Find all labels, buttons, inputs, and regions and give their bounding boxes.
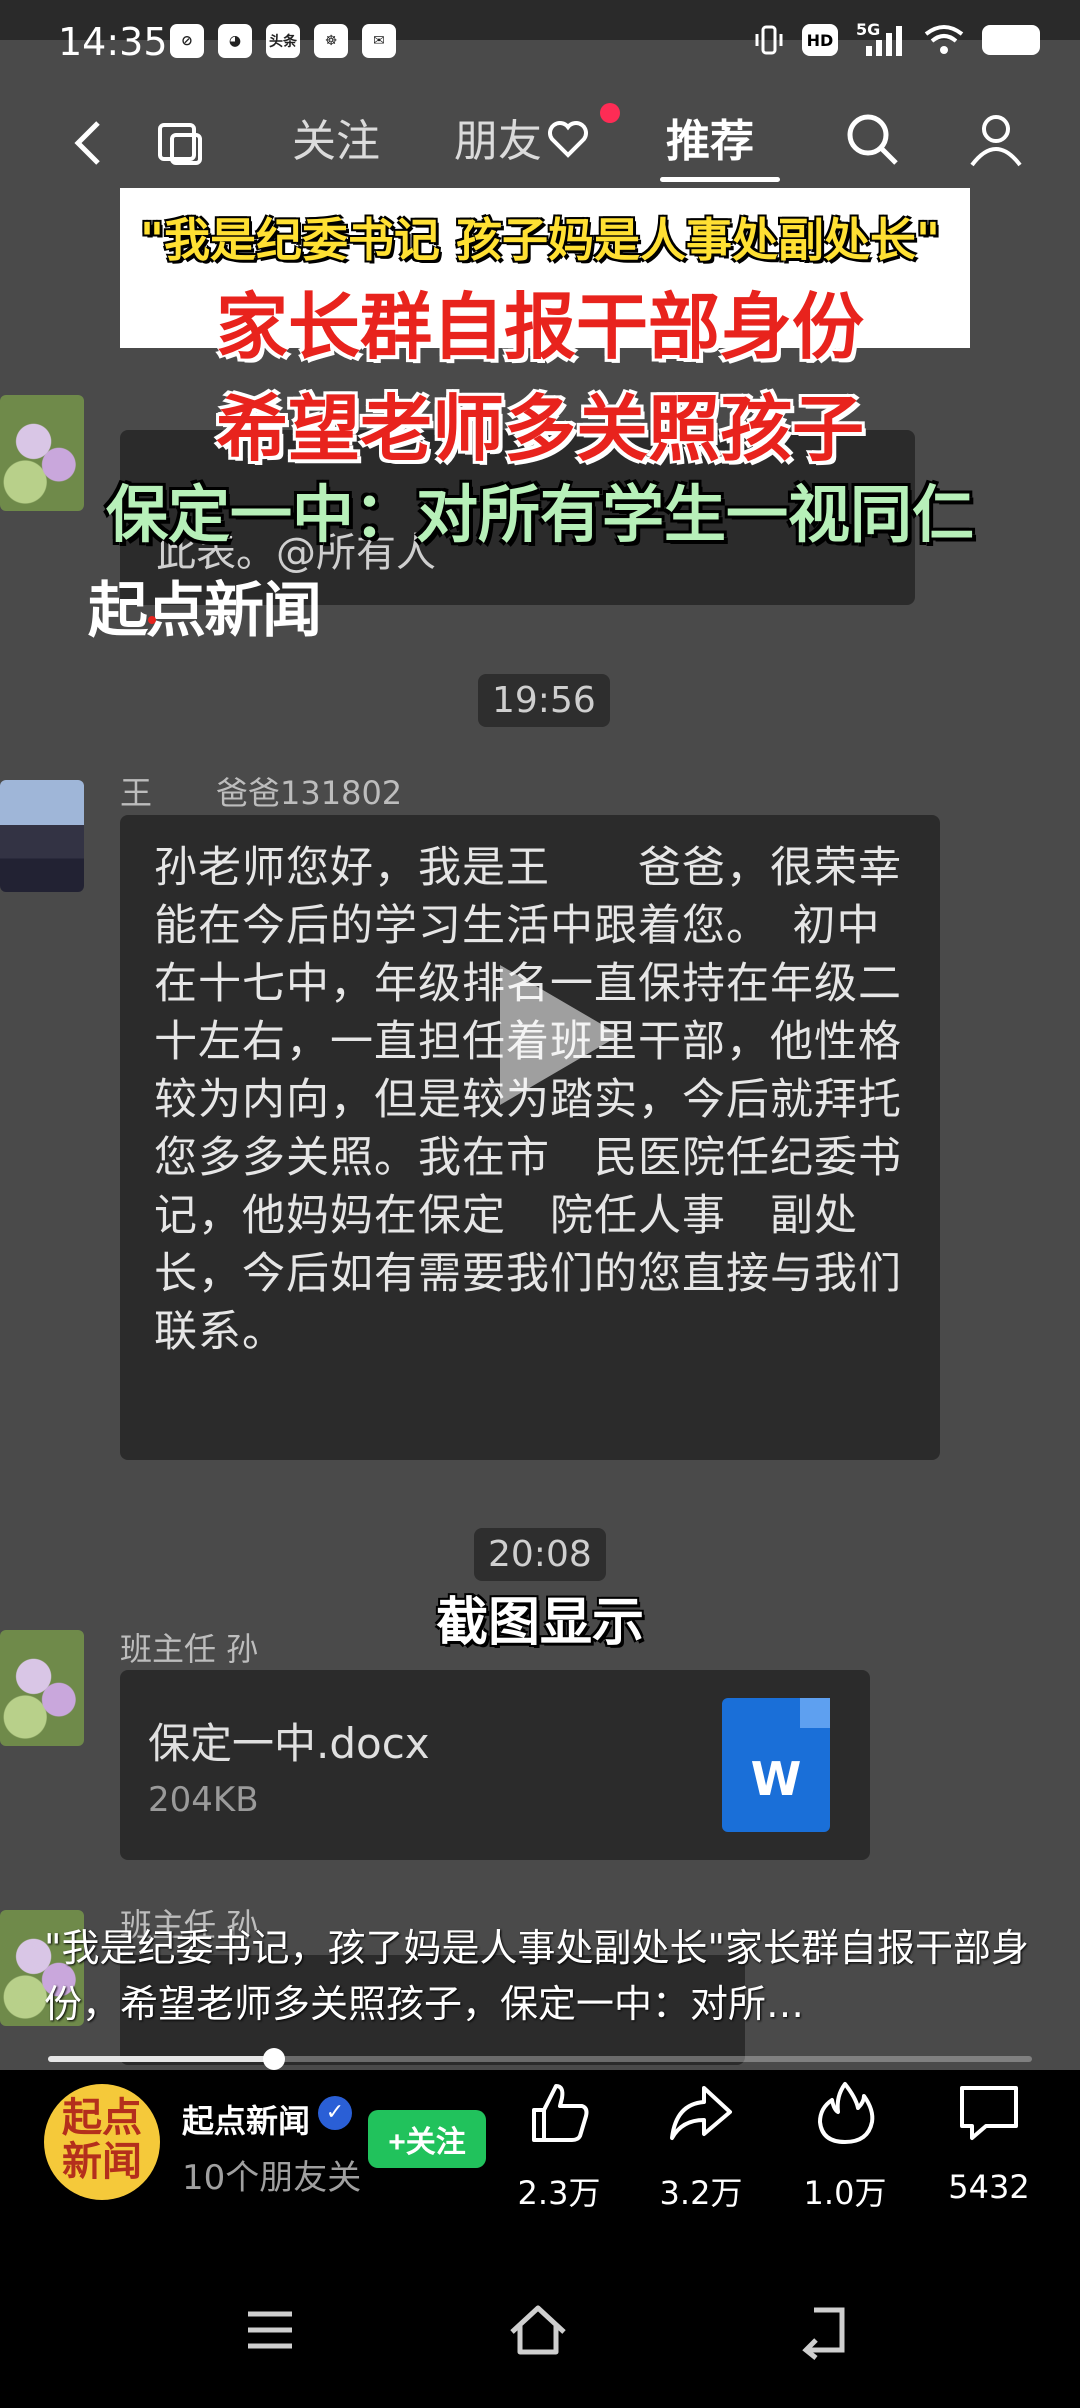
- share-arrow-icon: [670, 2086, 732, 2140]
- top-nav: 关注 朋友 推荐: [0, 95, 1080, 195]
- tab-follow[interactable]: 关注: [292, 105, 380, 169]
- headline-main-2: 希望老师多关照孩子: [215, 387, 864, 471]
- back-icon[interactable]: [60, 113, 120, 173]
- headline-response: 保定一中：对所有学生一视同仁: [105, 478, 974, 551]
- thumbs-up-icon: [532, 2084, 589, 2142]
- notification-dot: [600, 103, 620, 123]
- chat-timestamp: 20:08: [474, 1528, 606, 1581]
- baidu-icon: ☸: [314, 24, 348, 58]
- heart-icon: [548, 121, 588, 158]
- video-caption: 截图显示: [435, 1593, 644, 1653]
- comment-count: 5432: [948, 2168, 1030, 2206]
- flame-icon: [818, 2082, 875, 2144]
- share-button[interactable]: 3.2万: [646, 2070, 756, 2220]
- battery-icon: [982, 25, 1040, 55]
- video-description[interactable]: "我是纪委书记，孩了妈是人事处副处长"家长群自报干部身份，希望老师多关照孩子，保…: [44, 1920, 1044, 2032]
- follow-button[interactable]: +关注: [368, 2110, 486, 2168]
- hot-button[interactable]: 1.0万: [790, 2070, 900, 2220]
- watermark-dot: [148, 616, 156, 624]
- file-message: 保定一中.docx 204KB W: [120, 1670, 870, 1860]
- sender-name: 王 爸爸131802: [120, 774, 403, 812]
- share-count: 3.2万: [659, 2174, 743, 2212]
- tab-recommend[interactable]: 推荐: [666, 105, 754, 169]
- bottom-action-bar: 起点新闻 起点新闻 ✓ 10个朋友关 +关注 2.3万 3.2万 1.0万 54…: [0, 2070, 1080, 2220]
- wifi-icon: [924, 25, 964, 54]
- mail-icon: ✉: [362, 24, 396, 58]
- menu-icon[interactable]: [240, 2300, 300, 2360]
- notification-icons: ⊘ ◕ 头条 ☸ ✉: [170, 24, 396, 58]
- status-bar: 14:35 ⊘ ◕ 头条 ☸ ✉ HD 5G: [0, 0, 1080, 84]
- system-nav-bar: [0, 2220, 1080, 2408]
- video-progress-bar[interactable]: [48, 2048, 1032, 2070]
- verified-icon: ✓: [318, 2096, 352, 2130]
- wechat-icon: ◕: [218, 24, 252, 58]
- author-friends-followed: 10个朋友关: [182, 2158, 362, 2198]
- profile-icon[interactable]: [966, 109, 1026, 169]
- hd-badge: HD: [802, 24, 838, 56]
- author-avatar[interactable]: 起点新闻: [44, 2084, 160, 2200]
- status-time: 14:35: [58, 20, 168, 64]
- system-indicators: HD 5G: [754, 20, 1040, 56]
- comment-button[interactable]: 5432: [934, 2070, 1044, 2220]
- tab-friends[interactable]: 朋友: [454, 105, 542, 169]
- window-icon[interactable]: [150, 113, 210, 173]
- file-name: 保定一中.docx: [148, 1719, 430, 1768]
- comment-icon: [960, 2086, 1018, 2140]
- news-watermark: 起点新闻: [88, 576, 322, 646]
- vibrate-icon: [755, 25, 783, 55]
- like-count: 2.3万: [517, 2174, 601, 2212]
- toutiao-icon: 头条: [266, 24, 300, 58]
- word-document-letter: W: [750, 1752, 802, 1806]
- play-icon[interactable]: [480, 960, 630, 1110]
- file-size: 204KB: [148, 1780, 259, 1820]
- search-icon[interactable]: [842, 109, 902, 169]
- signal-5g-icon: 5G: [856, 20, 906, 56]
- headline-main-1: 家长群自报干部身份: [215, 285, 864, 369]
- signal-label: 5G: [856, 20, 881, 39]
- active-tab-indicator: [660, 177, 780, 182]
- back-nav-icon[interactable]: [794, 2300, 854, 2360]
- like-button[interactable]: 2.3万: [504, 2070, 614, 2220]
- chat-timestamp: 19:56: [478, 674, 610, 727]
- headline-quote: "我是纪委书记 孩子妈是人事处副处长": [140, 213, 940, 267]
- link-icon: ⊘: [170, 24, 204, 58]
- word-document-icon: W: [722, 1698, 830, 1832]
- home-icon[interactable]: [508, 2300, 568, 2360]
- chat-bubble-message: 孙老师您好，我是王 爸爸，很荣幸 能在今后的学习生活中跟着您。 初中在十七中，年…: [120, 815, 989, 1460]
- avatar-parent: [0, 780, 84, 892]
- hot-count: 1.0万: [803, 2174, 887, 2212]
- author-name[interactable]: 起点新闻: [182, 2096, 310, 2142]
- video-frame[interactable]: 此表。@所有人 19:56 王 爸爸131802 孙老师您好，我是王 爸爸，很荣…: [0, 0, 1080, 2070]
- author-avatar-text: 起点新闻: [62, 2095, 142, 2185]
- video-progress-fill: [48, 2056, 275, 2062]
